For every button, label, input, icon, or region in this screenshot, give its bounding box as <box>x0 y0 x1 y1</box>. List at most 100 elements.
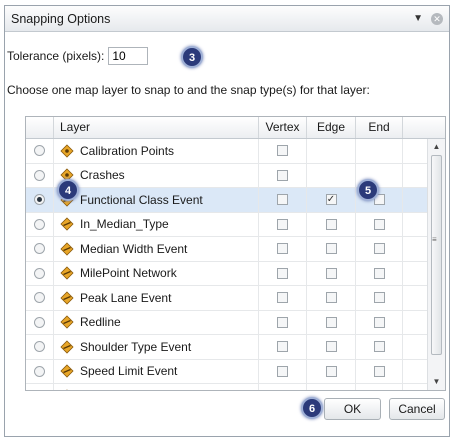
vertex-checkbox[interactable] <box>277 341 288 353</box>
layer-cell: Crashes <box>54 163 259 187</box>
cancel-button[interactable]: Cancel <box>389 398 445 420</box>
table-row[interactable]: In_Median_Type <box>26 212 429 237</box>
vertical-scrollbar[interactable]: ▲ ≡ ▼ <box>427 139 445 390</box>
edge-checkbox[interactable] <box>325 267 337 279</box>
tolerance-input[interactable] <box>108 47 149 65</box>
vertex-checkbox[interactable] <box>277 218 288 230</box>
edge-checkbox[interactable] <box>325 292 337 304</box>
table-row[interactable]: Median Width Event <box>26 237 429 262</box>
row-select-cell <box>26 139 54 163</box>
end-checkbox[interactable] <box>373 365 385 377</box>
layer-radio-button[interactable] <box>34 169 45 181</box>
layer-radio-button[interactable] <box>34 194 45 206</box>
line-layer-icon <box>60 340 74 354</box>
edge-cell <box>307 359 356 383</box>
vertex-checkbox[interactable] <box>277 292 288 304</box>
vertex-cell <box>259 163 307 187</box>
layer-radio-button[interactable] <box>34 365 45 377</box>
row-select-cell <box>26 310 54 334</box>
end-checkbox[interactable] <box>373 292 385 304</box>
layer-cell: Functional Class Event <box>54 188 259 212</box>
layer-radio-button[interactable] <box>34 218 45 230</box>
layer-radio-button[interactable] <box>34 316 45 328</box>
end-checkbox[interactable] <box>373 316 385 328</box>
layer-radio-button[interactable] <box>34 341 45 353</box>
vertex-cell <box>259 188 307 212</box>
column-header-edge: Edge <box>307 117 356 138</box>
layer-radio-button[interactable] <box>34 243 45 255</box>
edge-checkbox[interactable] <box>325 316 337 328</box>
layer-name: Toll Charged Event <box>80 389 181 390</box>
end-cell <box>356 286 403 310</box>
vertex-cell <box>259 261 307 285</box>
vertex-checkbox[interactable] <box>277 316 288 328</box>
edge-cell <box>307 261 356 285</box>
edge-checkbox[interactable] <box>325 243 337 255</box>
end-checkbox[interactable] <box>373 341 385 353</box>
scroll-down-icon[interactable]: ▼ <box>428 376 445 388</box>
vertex-checkbox[interactable] <box>277 365 288 377</box>
end-checkbox[interactable] <box>373 218 385 230</box>
end-checkbox[interactable] <box>373 267 385 279</box>
row-select-cell <box>26 384 54 391</box>
row-select-cell <box>26 163 54 187</box>
row-select-cell <box>26 188 54 212</box>
close-icon[interactable]: ✕ <box>431 12 443 25</box>
end-checkbox[interactable] <box>374 390 385 391</box>
layer-name: Crashes <box>80 168 125 183</box>
layer-radio-button[interactable] <box>34 145 45 157</box>
edge-cell <box>307 237 356 261</box>
end-checkbox[interactable] <box>373 243 385 255</box>
edge-checkbox[interactable] <box>325 365 337 377</box>
vertex-checkbox[interactable] <box>277 267 288 279</box>
table-row[interactable]: MilePoint Network <box>26 261 429 286</box>
vertex-checkbox[interactable] <box>277 169 288 181</box>
layer-radio-button[interactable] <box>34 267 45 279</box>
vertex-checkbox[interactable] <box>277 194 288 206</box>
line-layer-icon <box>60 315 74 329</box>
row-select-cell <box>26 335 54 359</box>
end-cell <box>356 359 403 383</box>
layer-name: Redline <box>80 315 121 330</box>
tolerance-row: Tolerance (pixels): <box>7 47 149 65</box>
vertex-cell <box>259 359 307 383</box>
dropdown-arrow-icon[interactable]: ▼ <box>413 13 423 24</box>
table-row[interactable]: Shoulder Type Event <box>26 335 429 360</box>
vertex-checkbox[interactable] <box>277 390 288 391</box>
column-header-vertex: Vertex <box>259 117 307 138</box>
row-select-cell <box>26 261 54 285</box>
layer-cell: Redline <box>54 310 259 334</box>
tolerance-label: Tolerance (pixels): <box>7 49 105 63</box>
layer-name: Peak Lane Event <box>80 290 172 305</box>
table-row[interactable]: Toll Charged Event <box>26 384 429 391</box>
vertex-checkbox[interactable] <box>277 145 288 157</box>
table-row[interactable]: Peak Lane Event <box>26 286 429 311</box>
row-select-cell <box>26 212 54 236</box>
column-header-end: End <box>356 117 403 138</box>
vertex-checkbox[interactable] <box>277 243 288 255</box>
dialog-titlebar: Snapping Options ▼ ✕ <box>5 6 449 32</box>
layer-cell: Peak Lane Event <box>54 286 259 310</box>
point-layer-icon <box>60 144 74 158</box>
layer-cell: Shoulder Type Event <box>54 335 259 359</box>
callout-badge-6: 6 <box>301 397 323 419</box>
table-body: Calibration Points Crashes Functional Clas… <box>26 139 429 391</box>
scrollbar-thumb[interactable] <box>431 155 442 355</box>
scroll-up-icon[interactable]: ▲ <box>428 141 445 153</box>
table-row[interactable]: Calibration Points <box>26 139 429 164</box>
edge-checkbox[interactable] <box>325 218 337 230</box>
edge-cell: ✓ <box>307 188 356 212</box>
table-row[interactable]: Speed Limit Event <box>26 359 429 384</box>
edge-cell <box>307 212 356 236</box>
ok-button[interactable]: OK <box>324 398 381 420</box>
edge-checkbox[interactable] <box>326 390 337 391</box>
table-row[interactable]: Redline <box>26 310 429 335</box>
edge-cell <box>307 335 356 359</box>
layer-radio-button[interactable] <box>34 292 45 304</box>
scrollbar-grip-icon: ≡ <box>432 235 437 244</box>
layer-name: Speed Limit Event <box>80 364 178 379</box>
edge-checkbox[interactable]: ✓ <box>325 194 337 206</box>
layer-radio-button[interactable] <box>34 390 45 391</box>
end-cell <box>356 261 403 285</box>
edge-checkbox[interactable] <box>325 341 337 353</box>
